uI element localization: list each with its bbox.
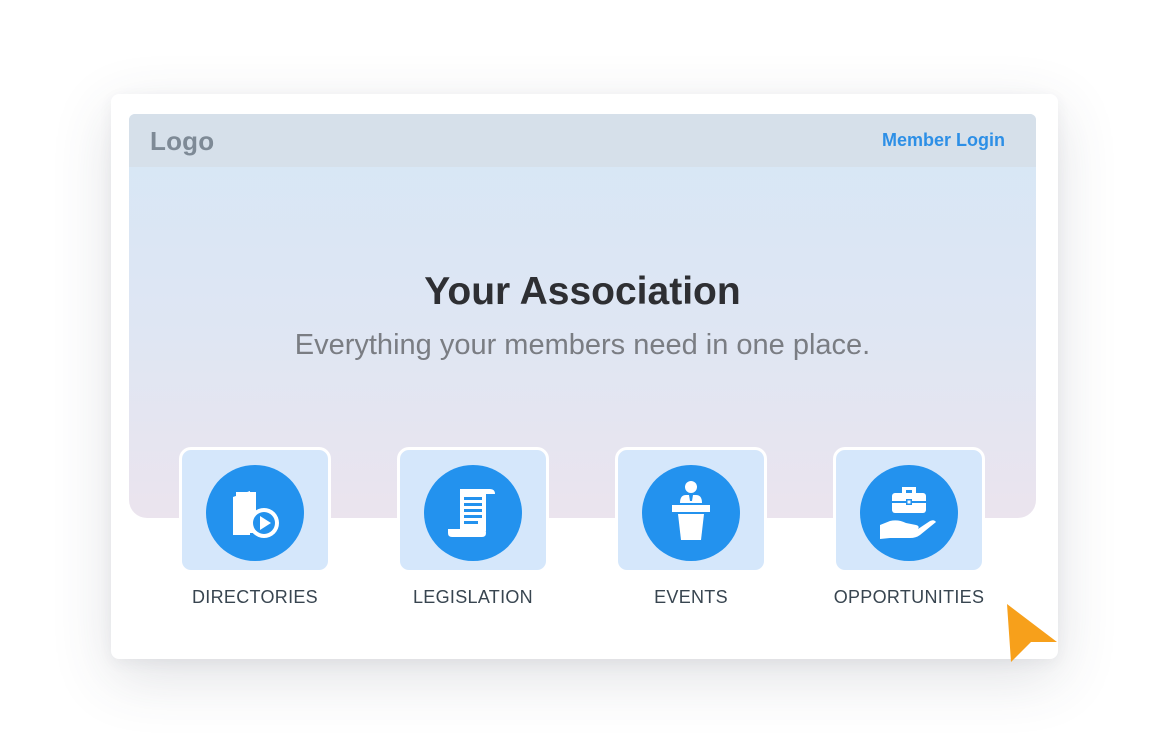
legislation-label[interactable]: LEGISLATION (363, 587, 583, 608)
scroll-document-icon (424, 465, 522, 561)
events-tile[interactable] (615, 447, 767, 573)
events-label[interactable]: EVENTS (581, 587, 801, 608)
mouse-pointer-icon (1007, 604, 1057, 662)
hero-title: Your Association (424, 270, 741, 313)
website-preview-card: Logo Member Login Your Association Every… (111, 94, 1058, 659)
top-navigation-bar: Logo Member Login (129, 114, 1036, 167)
speaker-podium-icon (642, 465, 740, 561)
directory-play-icon (206, 465, 304, 561)
hero-subtitle: Everything your members need in one plac… (294, 329, 871, 361)
opportunities-label[interactable]: OPPORTUNITIES (799, 587, 1019, 608)
opportunities-tile[interactable] (833, 447, 985, 573)
stage: Logo Member Login Your Association Every… (0, 0, 1169, 755)
member-login-link[interactable]: Member Login (882, 130, 1005, 151)
legislation-tile[interactable] (397, 447, 549, 573)
directories-tile[interactable] (179, 447, 331, 573)
site-logo[interactable]: Logo (150, 126, 214, 157)
briefcase-hand-icon (860, 465, 958, 561)
directories-label[interactable]: DIRECTORIES (145, 587, 365, 608)
